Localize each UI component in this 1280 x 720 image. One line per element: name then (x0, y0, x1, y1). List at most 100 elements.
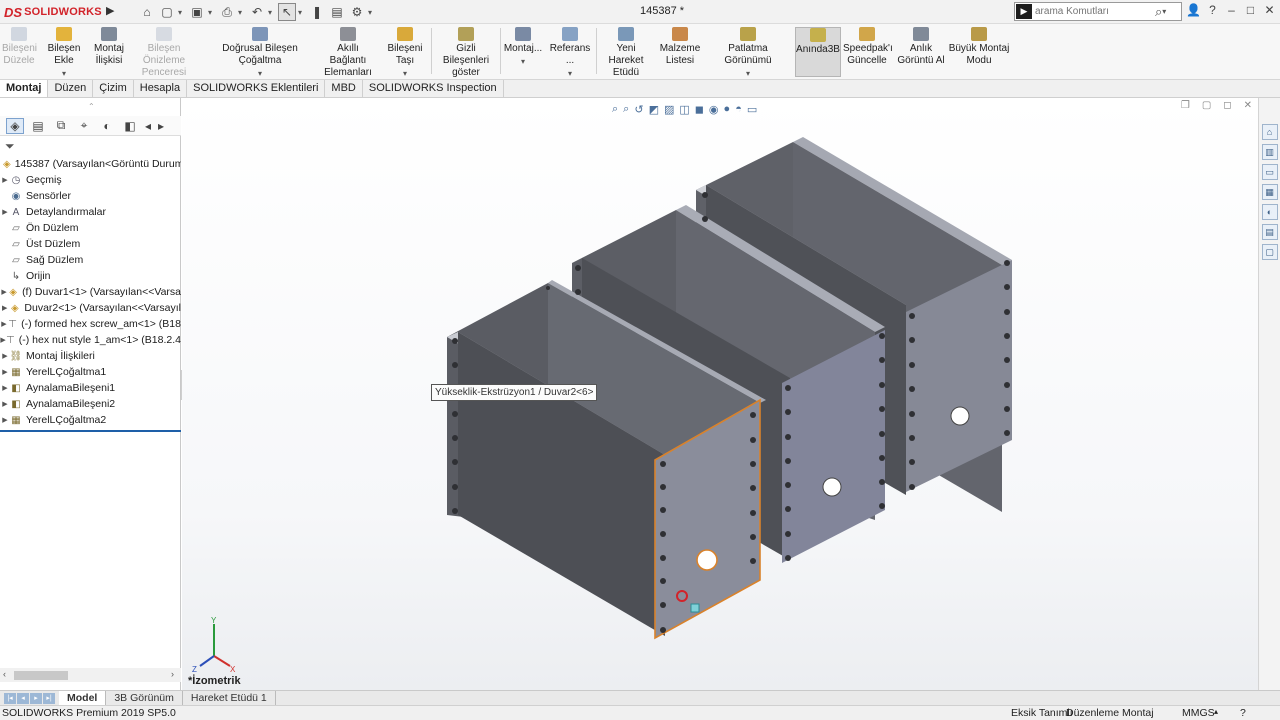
bill-of-materials-button[interactable]: Malzeme Listesi (658, 27, 702, 67)
expand-arrow-icon[interactable]: ▶ (0, 416, 10, 424)
tab-model[interactable]: Model (59, 691, 107, 705)
tab-inspection[interactable]: SOLIDWORKS Inspection (363, 80, 504, 97)
dimxpert-tab-icon[interactable]: ⌖ (75, 118, 93, 134)
custom-properties-icon[interactable]: ▤ (1261, 224, 1278, 240)
tab-motion-study[interactable]: Hareket Etüdü 1 (183, 691, 276, 705)
expand-arrow-icon[interactable]: ▶ (0, 176, 10, 184)
rollback-bar[interactable] (0, 430, 181, 432)
edit-component-button[interactable]: Bileşeni Düzele (2, 27, 37, 67)
menu-expand-icon[interactable]: ▶ (106, 4, 114, 17)
search-input[interactable] (1035, 6, 1153, 17)
tree-item[interactable]: ▶ ⊤ (-) hex nut style 1_am<1> (B18.2.4 (0, 332, 181, 348)
smart-fasteners-button[interactable]: Akıllı Bağlantı Elemanları (318, 27, 378, 79)
filter-icon[interactable]: ⏷ (5, 139, 15, 154)
file-explorer-icon[interactable]: ▭ (1261, 164, 1278, 180)
options-icon[interactable]: ⚙ (348, 3, 366, 21)
undo-icon[interactable]: ↶ (248, 3, 266, 21)
exploded-view-button[interactable]: Patlatma Görünümü ▾ (704, 27, 792, 80)
panel-collapse-handle[interactable]: ⌃ (88, 102, 95, 111)
insert-component-button[interactable]: Bileşen Ekle ▾ (38, 27, 90, 80)
tab-assembly[interactable]: Montaj (0, 80, 49, 97)
file-properties-icon[interactable]: ▤ (328, 3, 346, 21)
new-file-dropdown-icon[interactable]: ▾ (178, 3, 186, 21)
assembly-features-button[interactable]: Montaj... ▾ (503, 27, 543, 68)
select-dropdown-icon[interactable]: ▾ (298, 3, 306, 21)
tab-layout[interactable]: Düzen (48, 80, 94, 97)
scroll-left-icon[interactable]: ‹ (3, 669, 6, 679)
tree-item[interactable]: ▶ ⛓ Montaj İlişkileri (0, 348, 181, 364)
tab-3d-view[interactable]: 3B Görünüm (106, 691, 183, 705)
unit-dropdown-icon[interactable]: ▴ (1214, 707, 1218, 716)
last-tab-icon[interactable]: ▸| (43, 692, 55, 704)
solidworks-logo[interactable]: DS SOLIDWORKS (4, 2, 104, 22)
tree-item[interactable]: ▶ A Detaylandırmalar (0, 204, 181, 220)
expand-arrow-icon[interactable]: ▶ (0, 368, 10, 376)
cam-tab-icon[interactable]: ◧ (121, 118, 139, 134)
help-icon[interactable]: ? (1205, 3, 1220, 17)
next-tab-icon[interactable]: ▸ (30, 692, 42, 704)
scroll-thumb[interactable] (14, 671, 68, 680)
expand-arrow-icon[interactable]: ▶ (0, 352, 10, 360)
forum-icon[interactable]: ▢ (1261, 244, 1278, 260)
tab-addins[interactable]: SOLIDWORKS Eklentileri (187, 80, 326, 97)
tree-item[interactable]: ▶ ◈ (f) Duvar1<1> (Varsayılan<<Varsa (0, 284, 181, 300)
expand-arrow-icon[interactable]: ▶ (0, 384, 10, 392)
print-icon[interactable]: ⎙ (218, 3, 236, 21)
tabs-scroll-left-icon[interactable]: ◂ (144, 118, 152, 134)
take-snapshot-button[interactable]: Anlık Görüntü Al (896, 27, 946, 67)
solidworks-resources-icon[interactable]: ⌂ (1261, 124, 1278, 140)
panel-horizontal-scrollbar[interactable]: ‹ › (0, 668, 181, 682)
component-preview-button[interactable]: Bileşen Önizleme Penceresi (128, 27, 200, 79)
configuration-manager-tab-icon[interactable]: ⧉ (52, 118, 70, 134)
close-icon[interactable]: ✕ (1262, 3, 1277, 17)
linear-pattern-button[interactable]: Doğrusal Bileşen Çoğaltma ▾ (203, 27, 317, 80)
tree-item[interactable]: ▶ ⊤ (-) formed hex screw_am<1> (B18 (0, 316, 181, 332)
home-icon[interactable]: ⌂ (138, 3, 156, 21)
tree-item[interactable]: ▶ ◷ Geçmiş (0, 172, 181, 188)
display-manager-tab-icon[interactable]: ◐ (98, 118, 116, 134)
first-tab-icon[interactable]: |◂ (4, 692, 16, 704)
search-box[interactable]: ▶ ⌕ ▾ (1014, 2, 1182, 21)
move-component-button[interactable]: Bileşeni Taşı ▾ (380, 27, 430, 80)
tab-sketch[interactable]: Çizim (93, 80, 134, 97)
design-library-icon[interactable]: ▥ (1261, 144, 1278, 160)
tree-item[interactable]: ◉ Sensörler (0, 188, 181, 204)
expand-arrow-icon[interactable]: ▶ (0, 208, 10, 216)
expand-arrow-icon[interactable]: ▶ (0, 304, 9, 312)
large-assembly-mode-button[interactable]: Büyük Montaj Modu (948, 27, 1010, 67)
expand-arrow-icon[interactable]: ▶ (0, 320, 8, 328)
assembly-model[interactable] (182, 98, 1258, 690)
tree-item[interactable]: ▶ ◧ AynalamaBileşeni1 (0, 380, 181, 396)
prev-tab-icon[interactable]: ◂ (17, 692, 29, 704)
scroll-right-icon[interactable]: › (171, 669, 174, 679)
tree-root[interactable]: ◈ 145387 (Varsayılan<Görüntü Durumu (0, 156, 181, 172)
select-icon[interactable]: ↖ (278, 3, 296, 21)
property-manager-tab-icon[interactable]: ▤ (29, 118, 47, 134)
tree-item[interactable]: ▶ ◈ Duvar2<1> (Varsayılan<<Varsayıl (0, 300, 181, 316)
view-palette-icon[interactable]: ▦ (1261, 184, 1278, 200)
tree-item[interactable]: ▶ ▦ YerelLÇoğaltma1 (0, 364, 181, 380)
options-dropdown-icon[interactable]: ▾ (368, 3, 376, 21)
graphics-area[interactable]: ⌕ ⌕ ↺ ◩ ▨ ◫ ◼ ◉ ● ◓ ▭ ❐ ▢ ◻ ✕ Yükseklik-… (182, 98, 1258, 690)
expand-arrow-icon[interactable]: ▶ (0, 288, 8, 296)
search-dropdown-icon[interactable]: ▾ (1162, 7, 1170, 16)
new-motion-study-button[interactable]: Yeni Hareket Etüdü (598, 27, 654, 79)
tab-evaluate[interactable]: Hesapla (134, 80, 188, 97)
tree-item[interactable]: ▶ ◧ AynalamaBileşeni2 (0, 396, 181, 412)
tabs-scroll-right-icon[interactable]: ▸ (157, 118, 165, 134)
tab-mbd[interactable]: MBD (325, 80, 363, 97)
unit-system[interactable]: MMGS (1182, 707, 1215, 719)
maximize-icon[interactable]: □ (1243, 3, 1258, 17)
tree-item[interactable]: ▶ ▦ YerelLÇoğaltma2 (0, 412, 181, 428)
reference-geometry-button[interactable]: Referans ... ▾ (546, 27, 594, 80)
feature-manager-tab-icon[interactable]: ◈ (6, 117, 24, 134)
mate-button[interactable]: Montaj İlişkisi (92, 27, 126, 67)
appearances-icon[interactable]: ◐ (1261, 204, 1278, 220)
tree-item[interactable]: ▱ Üst Düzlem (0, 236, 181, 252)
tree-item[interactable]: ▱ Ön Düzlem (0, 220, 181, 236)
status-help-icon[interactable]: ? (1240, 707, 1246, 719)
user-icon[interactable]: 👤 (1186, 3, 1201, 17)
tree-item[interactable]: ↳ Orijin (0, 268, 181, 284)
save-icon[interactable]: ▣ (188, 3, 206, 21)
expand-arrow-icon[interactable]: ▶ (0, 400, 10, 408)
